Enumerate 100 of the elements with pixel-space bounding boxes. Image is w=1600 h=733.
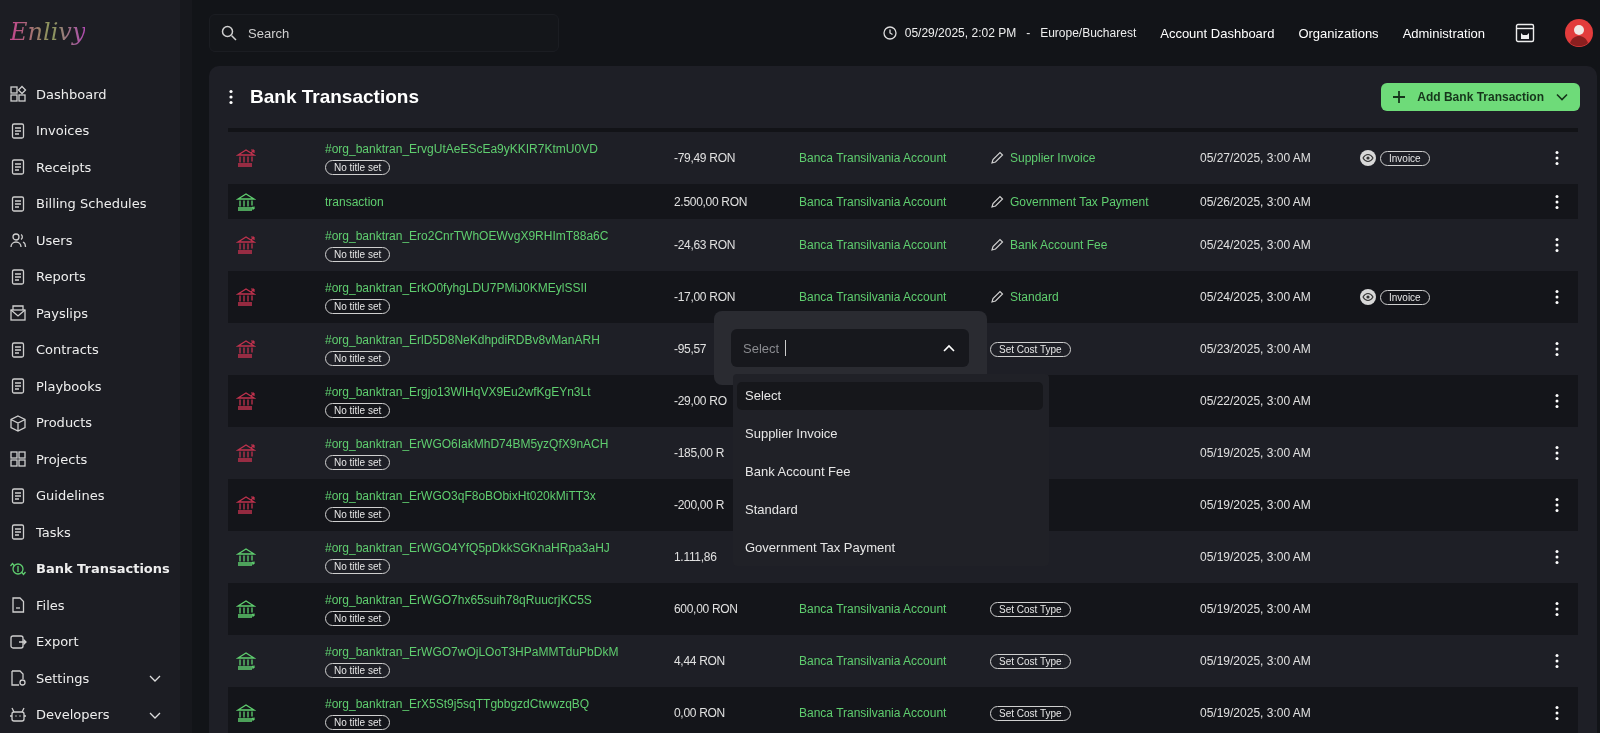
sidebar-item[interactable]: Playbooks: [0, 368, 180, 405]
dropdown-option[interactable]: Bank Account Fee: [737, 458, 1043, 486]
more-icon[interactable]: [1554, 393, 1560, 409]
pencil-icon[interactable]: [990, 238, 1004, 252]
sidebar-item[interactable]: Developers: [0, 696, 180, 733]
eye-icon[interactable]: [1360, 289, 1376, 305]
date-text: 05/24/2025, 3:00 AM: [1200, 290, 1311, 304]
sidebar-item[interactable]: Settings: [0, 660, 180, 697]
sidebar-item[interactable]: Reports: [0, 258, 180, 295]
cost-type-link[interactable]: Government Tax Payment: [1010, 194, 1149, 209]
envelope-icon: [9, 304, 27, 323]
plus-icon: [1393, 91, 1406, 103]
amount-text: -17,00 RON: [674, 290, 736, 304]
sidebar-item[interactable]: Contracts: [0, 331, 180, 368]
more-icon[interactable]: [1554, 601, 1560, 617]
select-field[interactable]: Select: [731, 329, 969, 367]
amount-text: 600,00 RON: [674, 602, 738, 616]
sidebar-item[interactable]: Billing Schedules: [0, 185, 180, 222]
more-icon[interactable]: [1554, 237, 1560, 253]
transaction-link[interactable]: transaction: [325, 194, 384, 209]
pencil-icon[interactable]: [990, 151, 1004, 165]
grid-icon: [9, 85, 27, 104]
transaction-link[interactable]: #org_banktran_ErWGO4YfQ5pDkkSGKnaHRpa3aHJ: [325, 540, 610, 555]
sidebar-item[interactable]: Projects: [0, 441, 180, 478]
document-icon: [9, 523, 27, 542]
sidebar-item[interactable]: Files: [0, 587, 180, 624]
sidebar-item[interactable]: Tasks: [0, 514, 180, 551]
sidebar-item[interactable]: Users: [0, 222, 180, 259]
document-icon: [9, 267, 27, 286]
sidebar-item[interactable]: Export: [0, 623, 180, 660]
cost-type-link[interactable]: Supplier Invoice: [1010, 151, 1096, 165]
box-icon: [9, 413, 27, 432]
more-icon[interactable]: [1554, 653, 1560, 669]
sidebar-item[interactable]: Dashboard: [0, 76, 180, 113]
transaction-link[interactable]: #org_banktran_Ergjo13WIHqVX9Eu2wfKgEYn3Lt: [325, 384, 591, 399]
nav-link[interactable]: Account Dashboard: [1160, 25, 1275, 41]
nav-link[interactable]: Administration: [1402, 25, 1485, 41]
account-link[interactable]: Banca Transilvania Account: [799, 706, 947, 720]
more-icon[interactable]: [1554, 549, 1560, 565]
date-text: 05/19/2025, 3:00 AM: [1200, 550, 1311, 564]
more-icon[interactable]: [1554, 705, 1560, 721]
date-text: 05/19/2025, 3:00 AM: [1200, 602, 1311, 616]
eye-icon[interactable]: [1360, 150, 1376, 166]
transaction-link[interactable]: #org_banktran_ErWGO6IakMhD74BM5yzQfX9nACH: [325, 436, 609, 451]
amount-text: 4,44 RON: [674, 654, 725, 668]
transaction-link[interactable]: #org_banktran_ErWGO7hx65suih78qRuucrjKC5S: [325, 592, 592, 607]
sidebar-item[interactable]: Bank Transactions: [0, 550, 180, 587]
cat-window-icon[interactable]: [1515, 23, 1535, 43]
users-icon: [9, 231, 27, 250]
account-link[interactable]: Banca Transilvania Account: [799, 238, 947, 252]
transaction-link[interactable]: #org_banktran_ErvgUtAeEScEa9yKKIR7KtmU0VD: [325, 141, 598, 156]
pencil-icon[interactable]: [990, 290, 1004, 304]
account-link[interactable]: Banca Transilvania Account: [799, 151, 947, 165]
account-link[interactable]: Banca Transilvania Account: [799, 194, 947, 209]
date-text: 05/19/2025, 3:00 AM: [1200, 654, 1311, 668]
document-icon: [9, 158, 27, 177]
more-icon[interactable]: [228, 89, 234, 105]
sidebar-item[interactable]: Guidelines: [0, 477, 180, 514]
pencil-icon[interactable]: [990, 194, 1004, 209]
amount-text: -185,00 R: [674, 446, 724, 460]
date-text: 05/19/2025, 3:00 AM: [1200, 446, 1311, 460]
add-button[interactable]: Add Bank Transaction: [1381, 83, 1580, 111]
date-text: 05/19/2025, 3:00 AM: [1200, 706, 1311, 720]
amount-text: 2.500,00 RON: [674, 194, 748, 209]
timezone-text: Europe/Bucharest: [1040, 26, 1137, 40]
clock-icon: [882, 26, 897, 40]
date-text: 05/27/2025, 3:00 AM: [1200, 151, 1311, 165]
sidebar-item[interactable]: Payslips: [0, 295, 180, 332]
transaction-link[interactable]: #org_banktran_ErX5St9j5sqTTgbbgzdCtwwzqBQ: [325, 696, 590, 711]
amount-text: 0,00 RON: [674, 706, 725, 720]
more-icon[interactable]: [1554, 193, 1560, 210]
transaction-link[interactable]: #org_banktran_ErWGO7wOjLOoT3HPaMMTduPbDkM: [325, 644, 619, 659]
dropdown-option[interactable]: Government Tax Payment: [737, 534, 1043, 562]
more-icon[interactable]: [1554, 445, 1560, 461]
sidebar-item[interactable]: Invoices: [0, 112, 180, 149]
sidebar-item[interactable]: Products: [0, 404, 180, 441]
sidebar-item[interactable]: Receipts: [0, 149, 180, 186]
account-link[interactable]: Banca Transilvania Account: [799, 290, 947, 304]
dropdown-option[interactable]: Supplier Invoice: [737, 420, 1043, 448]
account-link[interactable]: Banca Transilvania Account: [799, 654, 947, 668]
more-icon[interactable]: [1554, 341, 1560, 357]
avatar[interactable]: [1565, 19, 1593, 47]
cost-type-link[interactable]: Standard: [1010, 290, 1059, 304]
nav-link[interactable]: Organizations: [1298, 25, 1379, 41]
transaction-link[interactable]: #org_banktran_ErWGO3qF8oBObixHt020kMiTT3x: [325, 488, 596, 503]
date-text: 05/26/2025, 3:00 AM: [1200, 194, 1311, 209]
more-icon[interactable]: [1554, 497, 1560, 513]
account-link[interactable]: Banca Transilvania Account: [799, 602, 947, 616]
transaction-link[interactable]: #org_banktran_Ero2CnrTWhOEWvgX9RHImT88a6C: [325, 228, 609, 243]
amount-text: -24,63 RON: [674, 238, 736, 252]
more-icon[interactable]: [1554, 289, 1560, 305]
dropdown-option[interactable]: Standard: [737, 496, 1043, 524]
dropdown-option[interactable]: Select: [737, 382, 1043, 410]
date-text: 05/24/2025, 3:00 AM: [1200, 238, 1311, 252]
cost-type-link[interactable]: Bank Account Fee: [1010, 238, 1108, 252]
transaction-link[interactable]: #org_banktran_ErkO0fyhgLDU7PMiJ0KMEylSSII: [325, 280, 588, 295]
search-field[interactable]: Search: [209, 14, 559, 52]
blocks-icon: [9, 450, 27, 469]
transaction-link[interactable]: #org_banktran_ErlD5D8NeKdhpdiRDBv8vManARH: [325, 332, 600, 347]
more-icon[interactable]: [1554, 150, 1560, 166]
